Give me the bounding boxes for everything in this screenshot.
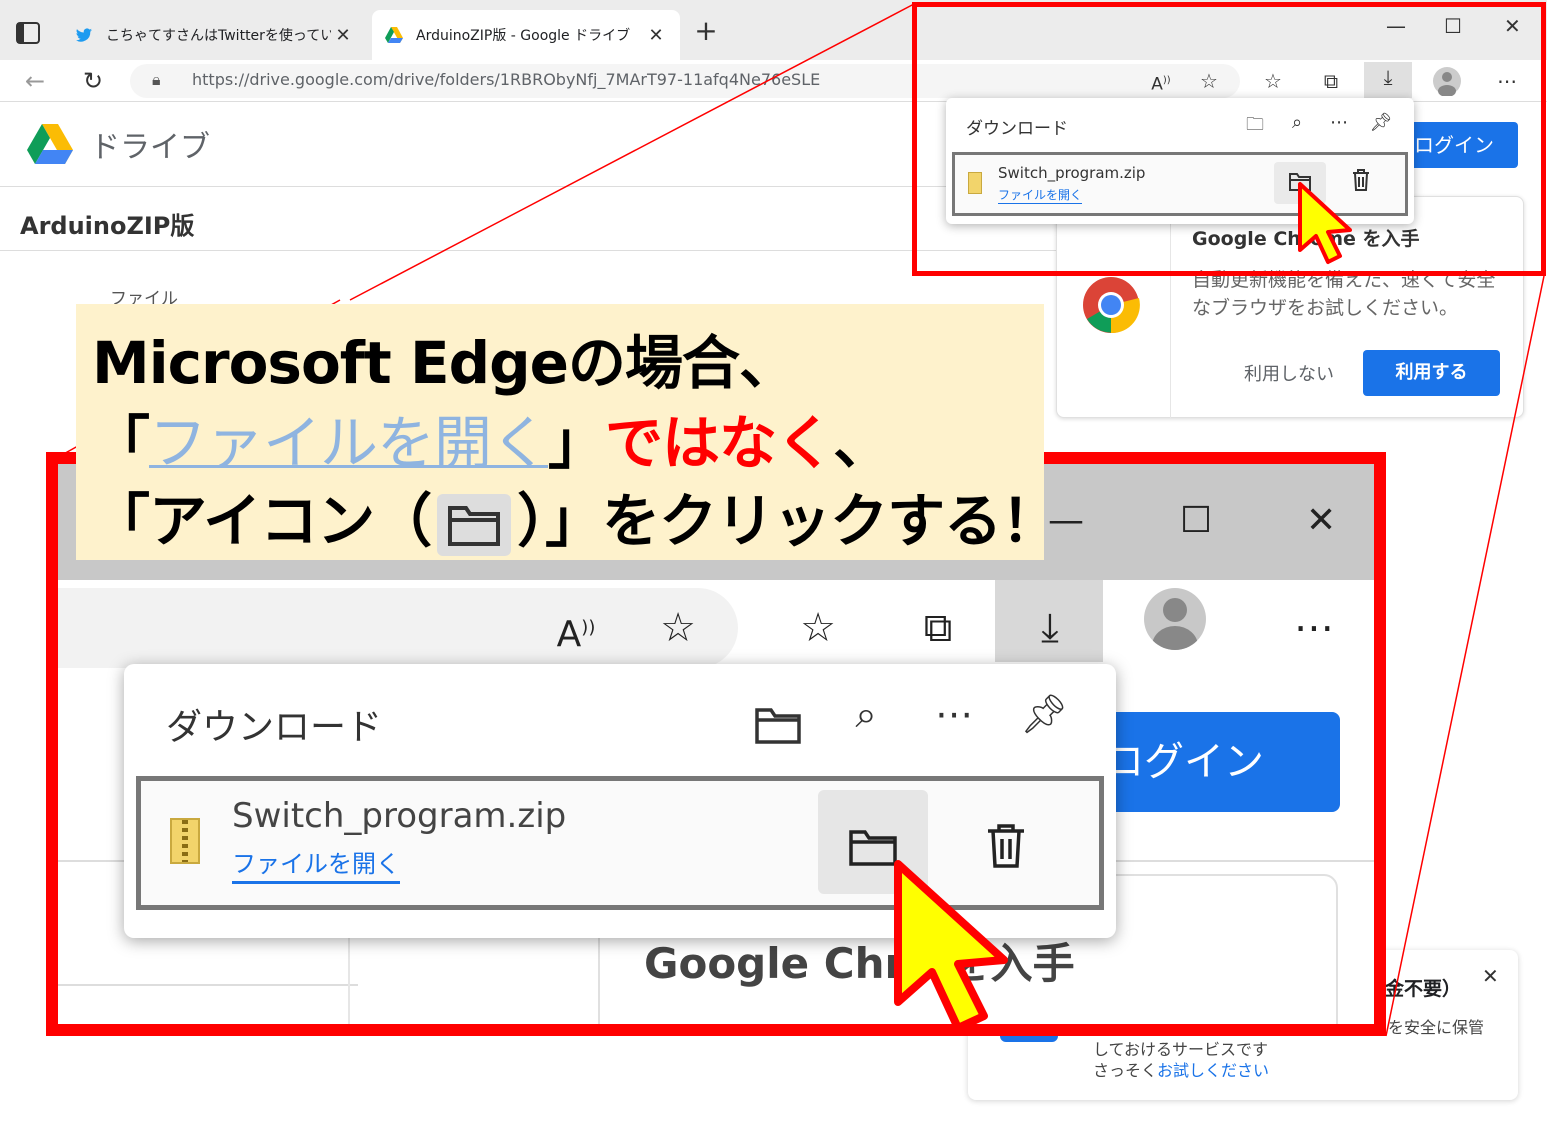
- caption-line-2: 「ファイルを開く」ではなく、: [92, 396, 891, 480]
- refresh-icon[interactable]: ↻: [78, 66, 108, 96]
- storage-promo-desc: を安全に保管: [1388, 1018, 1485, 1037]
- folder-title: ArduinoZIP版: [20, 212, 195, 240]
- close-icon[interactable]: ✕: [1482, 964, 1499, 988]
- zoom-file-name: Switch_program.zip: [232, 796, 567, 836]
- header-divider: [0, 186, 1060, 187]
- twitter-icon: [76, 28, 92, 42]
- lock-icon[interactable]: 🔒︎: [152, 70, 161, 90]
- zoom-maximize-icon: ☐: [1180, 500, 1213, 541]
- tab-drive[interactable]: ArduinoZIP版 - Google ドライブ ✕: [372, 10, 680, 60]
- caption-comma: 、: [833, 409, 891, 477]
- try-link[interactable]: お試しください: [1157, 1061, 1269, 1080]
- close-tab-icon[interactable]: ✕: [331, 25, 355, 46]
- zoom-profile-avatar: [1144, 588, 1206, 650]
- zoom-downloads-icon: ⤓: [1041, 605, 1059, 651]
- title-divider: [0, 250, 1060, 251]
- decline-button[interactable]: 利用しない: [1244, 360, 1334, 386]
- zoom-search-icon: ⌕: [855, 692, 877, 736]
- tab-actions-icon[interactable]: [14, 20, 42, 46]
- zoom-cursor-pointer-icon: [894, 860, 1008, 1024]
- tab-twitter[interactable]: こちゃてすさんはTwitterを使っています ✕: [62, 10, 367, 60]
- google-drive-logo[interactable]: [26, 122, 74, 166]
- zoom-pin-icon: 📌︎: [1019, 692, 1069, 736]
- storage-promo-desc: さっそくお試しください: [1093, 1057, 1269, 1081]
- caption-folder-icon: [437, 493, 512, 556]
- zoom-zip-file-icon: [170, 818, 200, 864]
- zoom-add-favorite-icon: ☆: [660, 605, 696, 651]
- google-drive-icon: [385, 27, 403, 43]
- zoom-divider: [58, 984, 358, 986]
- caption-line-3: 「アイコン（ ）」をクリックする！: [92, 474, 1059, 558]
- caption-bracket: 」: [548, 409, 606, 477]
- zoom-open-file-link: ファイルを開く: [232, 844, 400, 884]
- zoom-login-button: ログイン: [1088, 712, 1340, 812]
- zoom-downloads-title: ダウンロード: [166, 707, 383, 748]
- zoom-address-field: [58, 588, 738, 668]
- new-tab-button[interactable]: +: [692, 17, 720, 46]
- zoom-favorites-icon: ☆: [800, 605, 836, 651]
- close-tab-icon[interactable]: ✕: [644, 25, 668, 46]
- back-icon[interactable]: ←: [20, 66, 50, 96]
- accept-button[interactable]: 利用する: [1363, 350, 1500, 396]
- desc-prefix: さっそく: [1093, 1061, 1158, 1080]
- storage-promo-title: 金不要）: [1385, 978, 1462, 1000]
- caption-bracket: 「: [92, 409, 150, 477]
- tab-title: こちゃてすさんはTwitterを使っています: [106, 28, 331, 44]
- zoom-collections-icon: ⧉: [923, 605, 953, 651]
- caption-click-text: ）」をクリックする！: [517, 487, 1059, 555]
- highlight-frame: [912, 2, 1546, 276]
- zoom-open-folder-icon: [755, 708, 801, 744]
- zoom-more-options-icon: ⋯: [935, 692, 973, 736]
- tab-title: ArduinoZIP版 - Google ドライブ: [416, 28, 631, 44]
- caption-icon-text: 「アイコン（: [92, 487, 432, 555]
- zoom-more-icon: ⋯: [1294, 605, 1334, 651]
- zoom-read-aloud-icon: A)): [556, 614, 596, 655]
- chrome-logo-icon: [1083, 277, 1140, 334]
- zoom-close-icon: ✕: [1306, 500, 1337, 541]
- caption-not-text: ではなく: [605, 409, 834, 477]
- drive-app-name: ドライブ: [90, 130, 210, 165]
- url-text[interactable]: https://drive.google.com/drive/folders/1…: [192, 70, 820, 89]
- caption-open-file-text: ファイルを開く: [149, 409, 549, 477]
- caption-line-1: Microsoft Edgeの場合、: [92, 329, 797, 397]
